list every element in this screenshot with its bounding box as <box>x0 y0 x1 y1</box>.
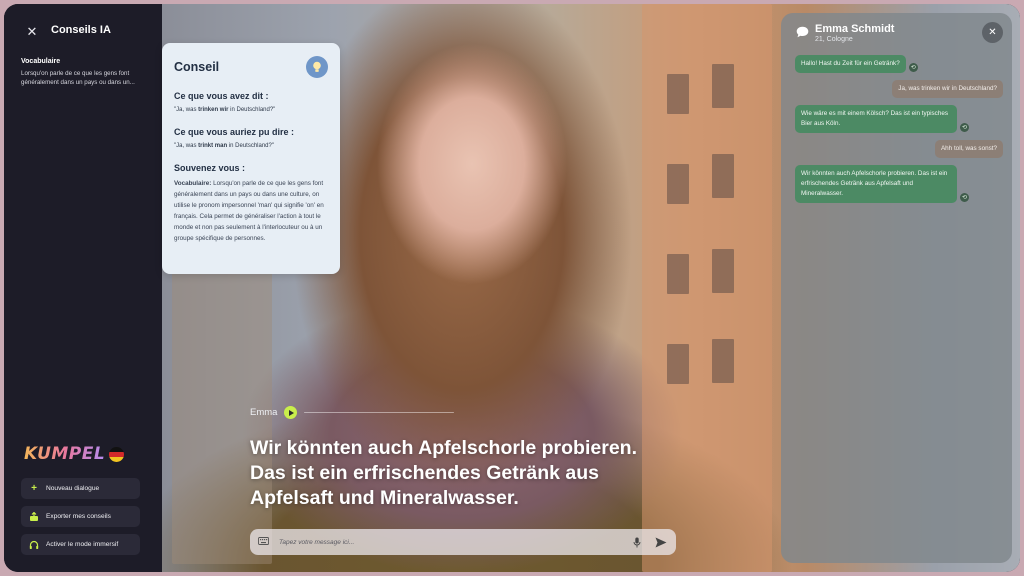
subtitle-line: Das ist ein erfrischendes Getränk aus <box>250 462 599 484</box>
sidebar-section-title: Vocabulaire <box>21 58 61 65</box>
window <box>667 74 689 114</box>
subtitle-text: Wir könnten auch Apfelschorle probieren.… <box>250 436 670 511</box>
remember-body: Lorsqu'on parle de ce que les gens font … <box>174 180 324 242</box>
remember-text: Vocabulaire: Lorsqu'on parle de ce que l… <box>174 178 328 244</box>
could-pre: "Ja, was <box>174 143 199 149</box>
subtitle-line: Apfelsaft und Mineralwasser. <box>250 487 519 509</box>
app-window: ✕ Conseils IA Vocabulaire Lorsqu'on parl… <box>4 4 1020 572</box>
said-sentence: "Ja, was trinken wir in Deutschland?" <box>174 107 328 113</box>
plus-icon: + <box>31 483 37 494</box>
chat-bubble-icon <box>796 26 809 41</box>
sidebar-tip-summary[interactable]: Vocabulaire Lorsqu'on parle de ce que le… <box>21 58 153 87</box>
window <box>667 164 689 204</box>
german-flag-icon <box>109 446 125 462</box>
contact-details: 21, Cologne <box>815 36 853 43</box>
chat-header: Emma Schmidt 21, Cologne <box>796 23 894 43</box>
lightbulb-icon <box>306 56 328 78</box>
window <box>712 339 734 383</box>
message-row: Ahh toll, was sonst? <box>795 140 1003 165</box>
could-heading: Ce que vous auriez pu dire : <box>174 127 295 137</box>
audio-progress-line <box>304 411 455 414</box>
translate-icon[interactable]: ⟲ <box>908 63 918 72</box>
immersive-mode-label: Activer le mode immersif <box>46 541 119 548</box>
microphone-icon[interactable] <box>630 535 644 549</box>
message-row: Hallo! Hast du Zeit für ein Getränk? ⟲ <box>795 55 1003 80</box>
remember-label: Vocabulaire: <box>174 180 212 187</box>
close-icon[interactable]: ✕ <box>24 24 40 40</box>
sidebar-title: Conseils IA <box>51 24 111 36</box>
message-outgoing: Ja, was trinken wir in Deutschland? <box>892 80 1003 98</box>
message-incoming: Hallo! Hast du Zeit für ein Getränk? <box>795 55 906 73</box>
message-list: Hallo! Hast du Zeit für ein Getränk? ⟲ J… <box>795 55 1003 210</box>
logo: KUMPEL <box>24 444 125 464</box>
message-row: Wir könnten auch Apfelschorle probieren.… <box>795 165 1003 210</box>
said-pre: "Ja, was <box>174 107 199 113</box>
tip-card: Conseil Ce que vous avez dit : "Ja, was … <box>162 43 340 274</box>
window <box>667 344 689 384</box>
message-row: Ja, was trinken wir in Deutschland? <box>795 80 1003 105</box>
tip-title: Conseil <box>174 60 220 74</box>
window <box>712 154 734 198</box>
subtitle-line: Wir könnten auch Apfelschorle probieren. <box>250 437 637 459</box>
message-incoming: Wir könnten auch Apfelschorle probieren.… <box>795 165 957 203</box>
message-row: Wie wäre es mit einem Kölsch? Das ist ei… <box>795 105 1003 140</box>
said-post: in Deutschland?" <box>228 107 276 113</box>
export-tips-button[interactable]: Exporter mes conseils <box>21 506 140 527</box>
message-outgoing: Ahh toll, was sonst? <box>934 140 1003 158</box>
export-tips-label: Exporter mes conseils <box>46 513 111 520</box>
contact-name: Emma Schmidt <box>815 23 895 35</box>
chat-panel: Emma Schmidt 21, Cologne ✕ Hallo! Hast d… <box>781 13 1012 563</box>
sidebar-section-text: Lorsqu'on parle de ce que les gens font … <box>21 70 135 86</box>
headphones-icon <box>29 540 39 550</box>
speaker-name: Emma <box>250 407 278 418</box>
new-dialogue-label: Nouveau dialogue <box>46 485 100 492</box>
window <box>712 64 734 108</box>
window <box>667 254 689 294</box>
window <box>712 249 734 293</box>
message-input[interactable] <box>277 537 620 547</box>
message-input-bar <box>250 529 676 555</box>
could-sentence: "Ja, was trinkt man in Deutschland?" <box>174 143 328 149</box>
sidebar: ✕ Conseils IA Vocabulaire Lorsqu'on parl… <box>4 4 162 572</box>
remember-heading: Souvenez vous : <box>174 163 246 173</box>
translate-icon[interactable]: ⟲ <box>960 193 969 202</box>
immersive-mode-button[interactable]: Activer le mode immersif <box>21 534 140 555</box>
translate-icon[interactable]: ⟲ <box>960 123 969 132</box>
could-post: in Deutschland?" <box>227 143 274 149</box>
said-bold: trinken wir <box>198 107 229 113</box>
could-bold: trinkt man <box>198 143 228 149</box>
speaker-row: Emma <box>250 406 455 419</box>
export-icon <box>29 511 39 522</box>
logo-text: KUMPEL <box>24 444 106 464</box>
close-chat-icon[interactable]: ✕ <box>982 22 1003 43</box>
message-incoming: Wie wäre es mit einem Kölsch? Das ist ei… <box>795 105 957 133</box>
play-icon[interactable] <box>284 406 298 419</box>
send-icon[interactable] <box>654 535 668 549</box>
keyboard-icon[interactable] <box>258 536 269 548</box>
said-heading: Ce que vous avez dit : <box>174 91 269 101</box>
new-dialogue-button[interactable]: + Nouveau dialogue <box>21 478 140 499</box>
